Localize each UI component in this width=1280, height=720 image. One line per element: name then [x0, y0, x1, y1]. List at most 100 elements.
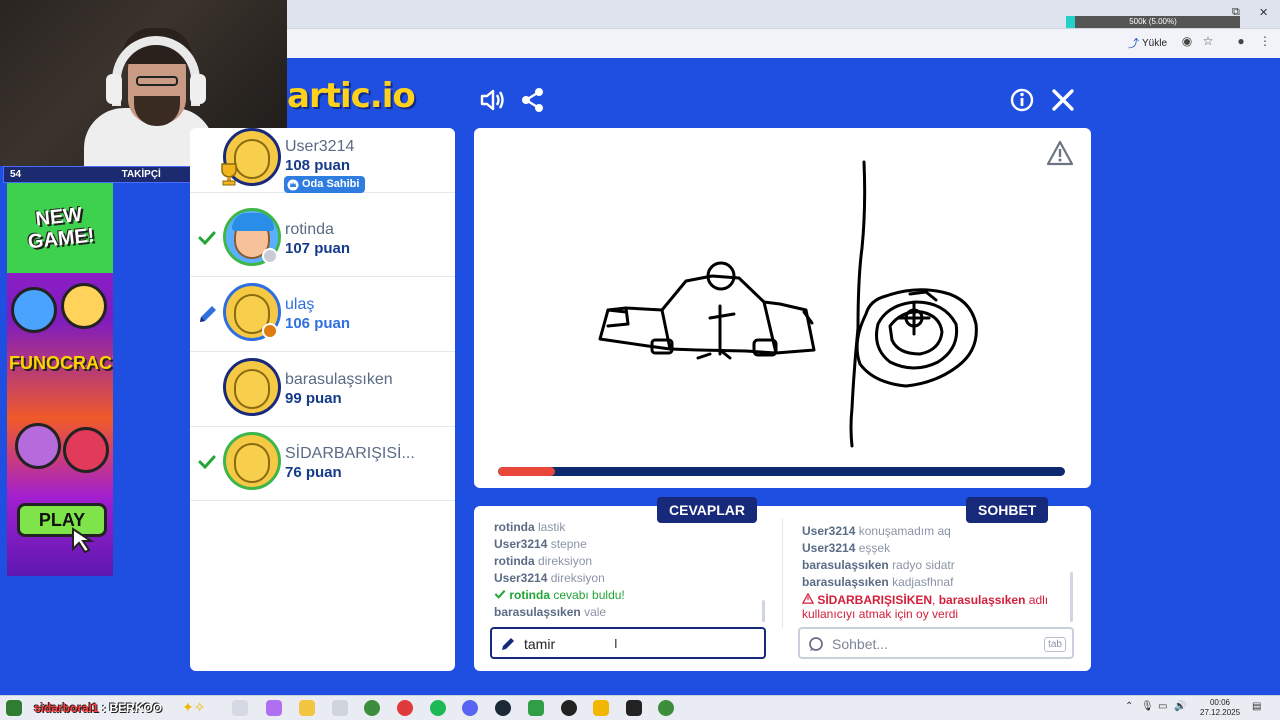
message-user: barasulaşsıken: [802, 558, 889, 572]
start-icon[interactable]: [6, 700, 22, 716]
answer-message: User3214 direksiyon: [494, 570, 625, 587]
alert-text-b: kullanıcıyı atmak için oy verdi: [802, 607, 959, 621]
room-owner-badge: Oda Sahibi: [284, 176, 366, 193]
ad-brand-text: FUNOCRACY: [9, 353, 113, 373]
info-icon[interactable]: [1008, 86, 1036, 114]
answer-input-box[interactable]: [490, 627, 766, 659]
message-user: rotinda: [494, 554, 535, 568]
message-text: konuşamadım aq: [858, 524, 951, 538]
tab-chat[interactable]: SOHBET: [966, 497, 1049, 523]
player-avatar: [223, 432, 281, 490]
recording-progress-bar: 500k (5.00%): [1066, 16, 1240, 28]
taskbar-clock[interactable]: 00:06 27.12.2025: [1200, 698, 1240, 718]
obs-icon[interactable]: [561, 700, 577, 716]
drawing-pencil-icon: [200, 306, 216, 322]
player-name: SİDARBARIŞISİ...: [285, 445, 415, 462]
recording-progress-text: 500k (5.00%): [1129, 17, 1177, 26]
bookmark-star-icon[interactable]: ☆: [1201, 34, 1215, 48]
discord-icon[interactable]: [462, 700, 478, 716]
player-score: 108 puan: [285, 157, 351, 174]
answer-message: rotinda lastik: [494, 519, 625, 536]
avatar-hair: [232, 213, 274, 231]
chat-card: rotinda lastik User3214 stepne rotinda d…: [474, 506, 1091, 671]
message-text: vale: [584, 605, 607, 619]
browser-menu-icon[interactable]: ⋮: [1258, 34, 1272, 48]
close-window-icon[interactable]: ✕: [1259, 6, 1268, 19]
player-name: ulaş: [285, 296, 315, 313]
game-logo[interactable]: artic.io: [287, 76, 416, 116]
player-score: 99 puan: [285, 390, 342, 407]
tab-answers[interactable]: CEVAPLAR: [657, 497, 757, 523]
owner-crown-icon: [287, 179, 299, 190]
answer-message: rotinda direksiyon: [494, 553, 625, 570]
player-score: 106 puan: [285, 315, 351, 332]
player-name: rotinda: [285, 221, 334, 238]
profile-avatar-icon[interactable]: ●: [1234, 34, 1248, 48]
app-icon[interactable]: [528, 700, 544, 716]
message-user: User3214: [802, 541, 856, 555]
player-row[interactable]: barasulaşsıken 99 puan: [190, 352, 455, 427]
task-view-icon[interactable]: [232, 700, 248, 716]
close-game-icon[interactable]: [1049, 86, 1077, 114]
clock-date: 27.12.2025: [1200, 708, 1241, 717]
tray-chevron-icon[interactable]: ⌃: [1125, 701, 1133, 712]
chrome-icon[interactable]: [364, 700, 380, 716]
rockstar-icon[interactable]: [593, 700, 609, 716]
hide-eye-icon[interactable]: ◉: [1180, 34, 1194, 48]
player-name: barasulaşsıken: [285, 371, 393, 388]
player-row[interactable]: User3214 108 puan Oda Sahibi: [190, 128, 455, 193]
upload-button[interactable]: ⤴ Yükle: [1128, 35, 1167, 51]
players-panel: User3214 108 puan Oda Sahibi rotinda 107…: [190, 128, 455, 671]
message-text: lastik: [538, 520, 566, 534]
sound-icon[interactable]: [478, 86, 506, 114]
clock-time: 00:06: [1209, 698, 1231, 707]
file-explorer-icon[interactable]: [299, 700, 315, 716]
share-icon[interactable]: [519, 86, 547, 114]
steam-icon[interactable]: [495, 700, 511, 716]
settings-icon[interactable]: [332, 700, 348, 716]
player-row[interactable]: rotinda 107 puan: [190, 202, 455, 277]
bearded-character-icon: [15, 423, 61, 469]
chat-input[interactable]: [832, 633, 1032, 655]
follower-count: 54: [10, 169, 22, 180]
chat-input-box[interactable]: tab: [798, 627, 1074, 659]
found-check-icon: [494, 589, 506, 599]
microphone-icon[interactable]: 🎙: [1141, 701, 1154, 712]
chat-message: barasulaşsıken radyo sidatr: [802, 557, 1052, 574]
message-user: barasulaşsıken: [494, 605, 581, 619]
opera-icon[interactable]: [397, 700, 413, 716]
guessed-check-icon: [198, 231, 216, 245]
tab-key-hint: tab: [1044, 637, 1066, 652]
drawing-canvas[interactable]: [474, 128, 1091, 488]
chat-bubble-icon: [809, 637, 823, 651]
answers-list: rotinda lastik User3214 stepne rotinda d…: [494, 519, 625, 621]
thumbs-up-character-icon: [11, 287, 57, 333]
notifications-icon[interactable]: ▤: [1252, 701, 1261, 712]
streamer-status: BERKOO: [109, 701, 163, 715]
player-score: 107 puan: [285, 240, 351, 257]
avatar-face: [234, 369, 270, 409]
message-user: rotinda: [509, 588, 551, 602]
player-row[interactable]: SİDARBARIŞISİ... 76 puan: [190, 426, 455, 501]
answer-input[interactable]: [524, 633, 754, 655]
chrome-active-icon[interactable]: [658, 700, 674, 716]
message-text: eşşek: [858, 541, 891, 555]
trophy-icon: [221, 163, 237, 186]
copilot-icon[interactable]: [266, 700, 282, 716]
restore-window-icon[interactable]: ⧉: [1232, 6, 1240, 19]
cursor-arrow-icon: [72, 527, 95, 553]
answers-scrollbar[interactable]: [762, 600, 765, 622]
spotify-icon[interactable]: [430, 700, 446, 716]
alert-voter-user: barasulaşsıken: [938, 593, 1026, 607]
capcut-icon[interactable]: [626, 700, 642, 716]
ad-banner[interactable]: NEW GAME! FUNOCRACY PLAY: [7, 183, 113, 576]
round-timer-fill: [498, 467, 555, 476]
stream-ticker: sidarboral1 : BERKOO: [34, 701, 162, 715]
network-icon[interactable]: ▭: [1158, 701, 1167, 712]
message-user: barasulaşsıken: [802, 575, 889, 589]
chat-scrollbar[interactable]: [1070, 572, 1073, 622]
volume-icon[interactable]: 🔊: [1174, 701, 1186, 712]
text-cursor-icon: I: [614, 636, 618, 651]
message-text: kadjasfhnaf: [892, 575, 954, 589]
player-row[interactable]: ulaş 106 puan: [190, 277, 455, 352]
